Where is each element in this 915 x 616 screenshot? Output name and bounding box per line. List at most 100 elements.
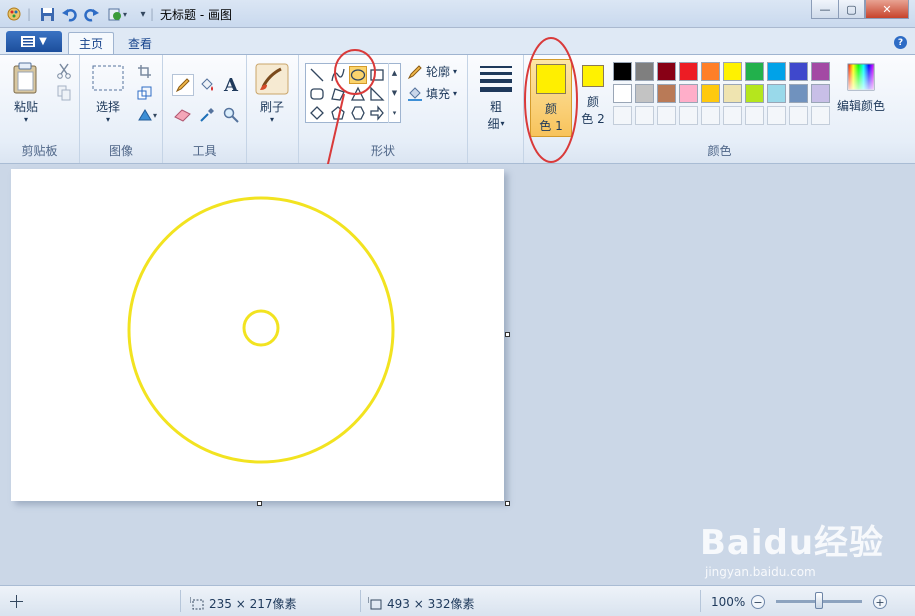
save-icon[interactable]: [38, 5, 56, 23]
size-button[interactable]: 粗 细 ▾: [479, 64, 513, 132]
undo-icon[interactable]: [60, 5, 78, 23]
group-size: 粗 细 ▾: [468, 55, 524, 163]
custom-color-slot[interactable]: [745, 106, 764, 125]
color1-swatch: [536, 64, 566, 94]
image-group-label: 图像: [108, 144, 133, 158]
paste-icon: [13, 62, 37, 94]
redo-icon[interactable]: [82, 5, 100, 23]
resize-icon[interactable]: [134, 83, 154, 103]
canvas-resize-handle-bottom[interactable]: [257, 501, 262, 506]
cut-icon[interactable]: [54, 61, 74, 81]
text-tool-icon[interactable]: A: [220, 74, 242, 96]
rectangle-shape-icon[interactable]: [368, 66, 386, 84]
hexagon-shape-icon[interactable]: [349, 104, 367, 122]
rotate-icon[interactable]: ▾: [134, 105, 160, 125]
palette-swatch[interactable]: [657, 62, 676, 81]
palette-swatch[interactable]: [767, 62, 786, 81]
custom-color-slot[interactable]: [789, 106, 808, 125]
canvas-resize-handle-right[interactable]: [505, 332, 510, 337]
edit-colors-button[interactable]: 编辑颜色: [835, 63, 887, 114]
zoom-in-button[interactable]: +: [873, 595, 887, 609]
status-separator: [700, 590, 701, 612]
zoom-slider-thumb[interactable]: [815, 592, 823, 609]
palette-swatch[interactable]: [723, 84, 742, 103]
watermark-url: jingyan.baidu.com: [705, 565, 816, 579]
group-tools: A 工具: [163, 55, 247, 163]
tab-view[interactable]: 查看: [118, 32, 162, 54]
custom-color-slot[interactable]: [613, 106, 632, 125]
custom-color-slot[interactable]: [657, 106, 676, 125]
palette-swatch[interactable]: [789, 84, 808, 103]
line-shape-icon[interactable]: [308, 66, 326, 84]
pencil-icon[interactable]: [172, 74, 194, 96]
palette-swatch[interactable]: [789, 62, 808, 81]
palette-swatch[interactable]: [723, 62, 742, 81]
rounded-rectangle-shape-icon[interactable]: [308, 85, 326, 103]
palette-swatch[interactable]: [613, 62, 632, 81]
zoom-out-button[interactable]: −: [751, 595, 765, 609]
ribbon-tab-row: ▼ 主页 查看 ?: [0, 28, 915, 54]
palette-swatch[interactable]: [657, 84, 676, 103]
right-triangle-shape-icon[interactable]: [368, 85, 386, 103]
maximize-button[interactable]: ▢: [838, 0, 865, 19]
fill-dropdown[interactable]: 填充 ▾: [407, 85, 457, 102]
outline-dropdown[interactable]: 轮廓 ▾: [407, 63, 457, 80]
pentagon-shape-icon[interactable]: [329, 104, 347, 122]
outline-label: 轮廓: [426, 65, 451, 79]
paint-menu-button[interactable]: ▼: [6, 31, 62, 52]
custom-color-slot[interactable]: [811, 106, 830, 125]
selection-size-icon: [190, 597, 204, 610]
color2-button[interactable]: 颜 色 2: [578, 65, 608, 127]
scroll-up-icon[interactable]: ▲: [392, 69, 397, 77]
fill-icon: [408, 86, 422, 101]
brushes-button[interactable]: 刷子 ▾: [255, 63, 289, 124]
eraser-icon[interactable]: [172, 104, 194, 126]
custom-color-slot[interactable]: [679, 106, 698, 125]
select-button[interactable]: 选择 ▾: [92, 65, 124, 124]
close-button[interactable]: ✕: [865, 0, 909, 19]
magnifier-icon[interactable]: [220, 104, 242, 126]
oval-shape-icon[interactable]: [349, 66, 367, 84]
palette-swatch[interactable]: [811, 84, 830, 103]
color-picker-icon[interactable]: [196, 104, 218, 126]
polygon-shape-icon[interactable]: [329, 85, 347, 103]
zoom-level: 100%: [711, 595, 746, 609]
custom-color-slot[interactable]: [635, 106, 654, 125]
size-label-line1: 粗: [489, 100, 502, 114]
expand-gallery-icon[interactable]: ▾: [393, 109, 397, 117]
copy-icon[interactable]: [54, 83, 74, 103]
palette-swatch[interactable]: [635, 84, 654, 103]
crop-icon[interactable]: [134, 61, 154, 81]
paint-app-icon[interactable]: [5, 5, 23, 23]
paste-from-icon[interactable]: ▾: [104, 5, 130, 23]
palette-swatch[interactable]: [811, 62, 830, 81]
palette-swatch[interactable]: [679, 84, 698, 103]
drawing-canvas[interactable]: [11, 169, 504, 501]
custom-color-slot[interactable]: [723, 106, 742, 125]
fill-bucket-icon[interactable]: [196, 74, 218, 96]
palette-swatch[interactable]: [613, 84, 632, 103]
palette-swatch[interactable]: [635, 62, 654, 81]
palette-swatch[interactable]: [745, 84, 764, 103]
palette-swatch[interactable]: [745, 62, 764, 81]
palette-swatch[interactable]: [701, 84, 720, 103]
colors-group-label: 颜色: [707, 144, 732, 158]
custom-color-slot[interactable]: [767, 106, 786, 125]
curve-shape-icon[interactable]: [329, 66, 347, 84]
shapes-scrollbar[interactable]: ▲ ▼ ▾: [388, 63, 400, 123]
paste-button[interactable]: 粘贴 ▾: [10, 61, 42, 124]
palette-swatch[interactable]: [679, 62, 698, 81]
help-icon[interactable]: ?: [894, 36, 907, 49]
triangle-shape-icon[interactable]: [349, 85, 367, 103]
color1-button[interactable]: 颜 色 1: [530, 59, 572, 137]
group-brushes: 刷子 ▾: [247, 55, 299, 163]
palette-swatch[interactable]: [767, 84, 786, 103]
tab-home[interactable]: 主页: [68, 32, 115, 54]
palette-swatch[interactable]: [701, 62, 720, 81]
scroll-down-icon[interactable]: ▼: [392, 89, 397, 97]
diamond-shape-icon[interactable]: [308, 104, 326, 122]
canvas-resize-handle-corner[interactable]: [505, 501, 510, 506]
minimize-button[interactable]: —: [811, 0, 839, 19]
custom-color-slot[interactable]: [701, 106, 720, 125]
arrow-shape-icon[interactable]: [368, 104, 386, 122]
